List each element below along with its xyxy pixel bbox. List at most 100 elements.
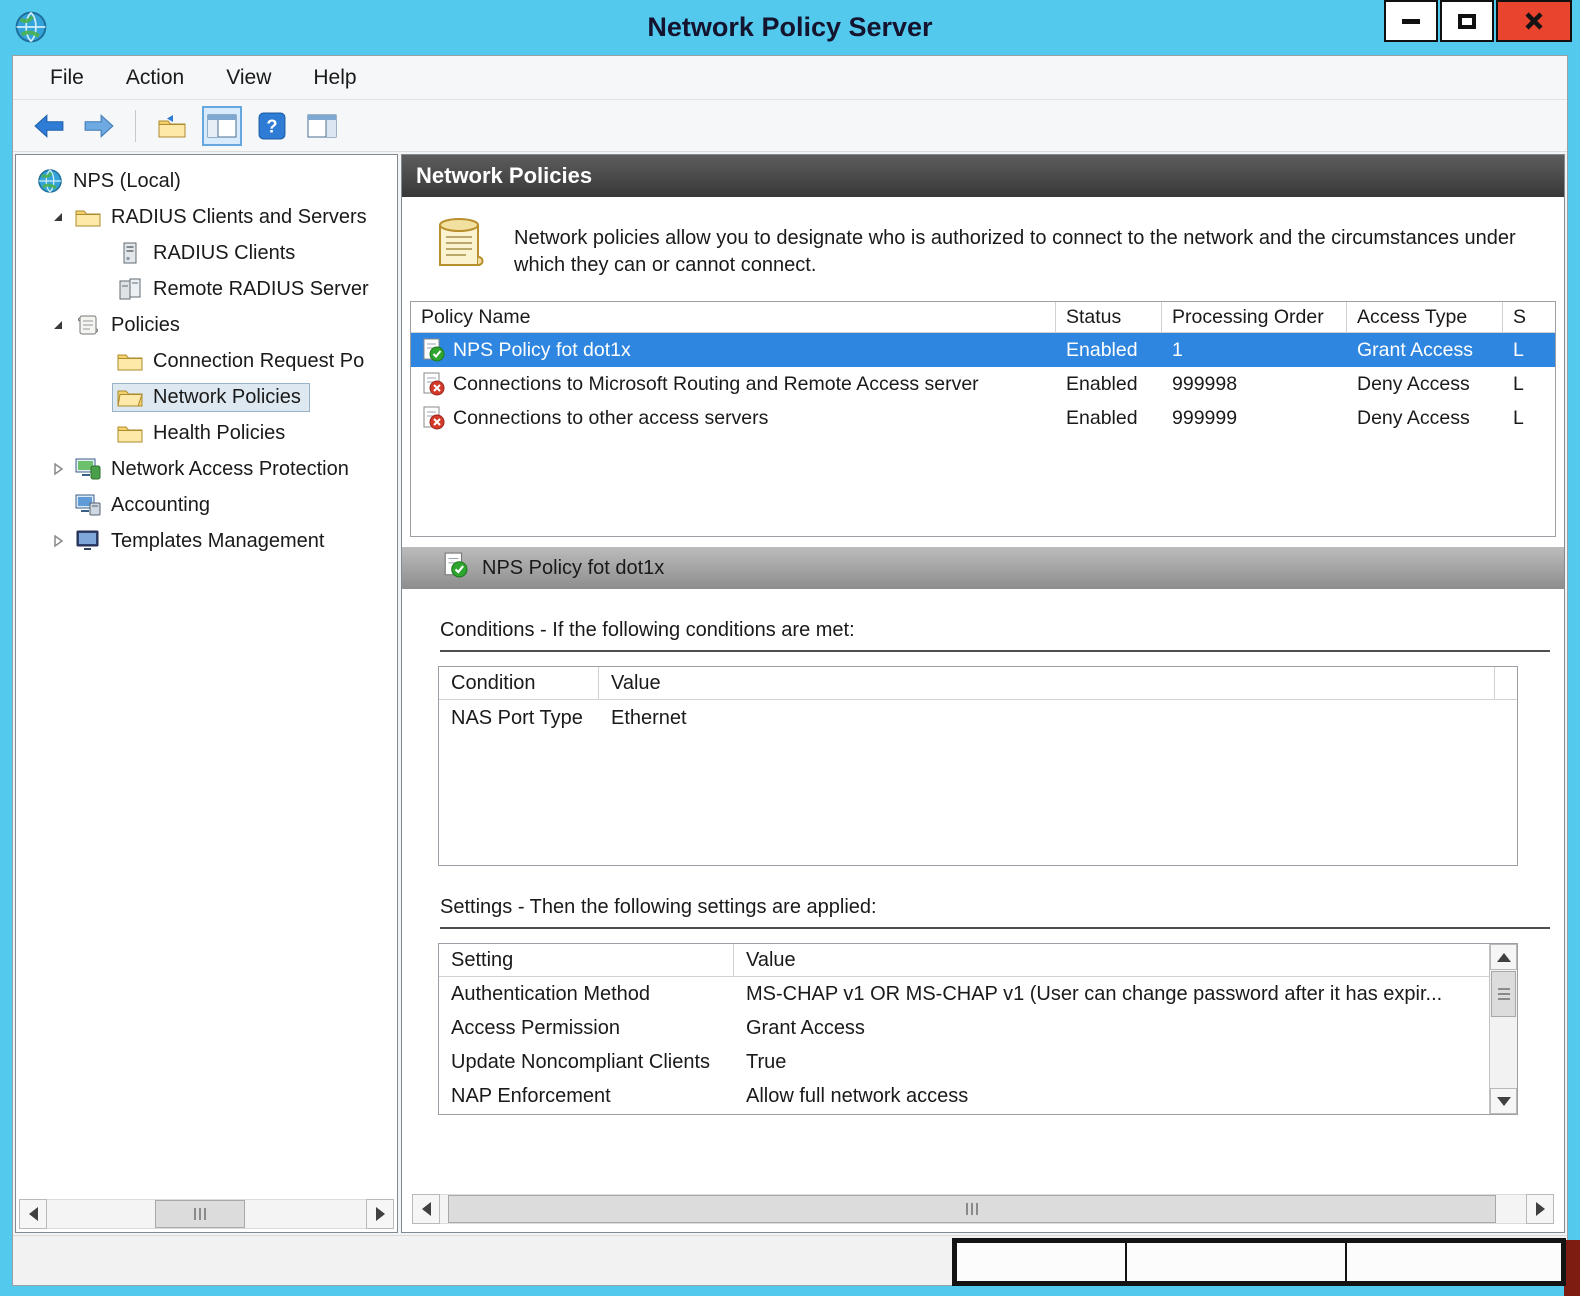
back-button[interactable]	[29, 106, 69, 146]
minimize-button[interactable]	[1384, 0, 1438, 42]
show-action-pane-button[interactable]	[302, 106, 342, 146]
window-title: Network Policy Server	[647, 12, 933, 42]
expand-collapse-icon[interactable]	[46, 463, 70, 475]
menu-file[interactable]: File	[29, 66, 105, 90]
sidebar-item-policies[interactable]: Policies	[16, 307, 397, 343]
condition-row[interactable]: NAS Port Type Ethernet	[439, 700, 1517, 736]
maximize-button[interactable]	[1440, 0, 1494, 42]
sidebar-item-network-access-protection[interactable]: Network Access Protection	[16, 451, 397, 487]
scroll-left-icon	[421, 1202, 431, 1216]
main-horizontal-scrollbar[interactable]	[412, 1194, 1554, 1224]
menu-view[interactable]: View	[205, 66, 292, 90]
forward-button[interactable]	[79, 106, 119, 146]
expand-collapse-icon[interactable]	[46, 319, 70, 331]
scrollbar-track[interactable]	[440, 1194, 1526, 1224]
svg-text:?: ?	[266, 115, 277, 136]
scroll-left-button[interactable]	[412, 1194, 440, 1224]
close-button[interactable]	[1496, 0, 1572, 42]
menu-help[interactable]: Help	[292, 66, 377, 90]
settings-vertical-scrollbar[interactable]	[1489, 944, 1517, 1114]
policy-order: 1	[1172, 338, 1183, 361]
setting-name: Access Permission	[451, 1016, 620, 1039]
scroll-right-icon	[375, 1207, 385, 1221]
sidebar-item-network-policies[interactable]: Network Policies	[16, 379, 397, 415]
setting-row[interactable]: Update Noncompliant Clients True	[439, 1045, 1489, 1079]
policy-status: Enabled	[1066, 338, 1138, 361]
scroll-down-button[interactable]	[1490, 1088, 1517, 1114]
setting-row[interactable]: NAP Enforcement Allow full network acces…	[439, 1079, 1489, 1113]
results-panel: Network Policies Network policies allow …	[401, 154, 1565, 1233]
condition-value: Ethernet	[611, 706, 687, 729]
column-header-condition[interactable]: Condition	[439, 667, 599, 699]
column-header-value[interactable]: Value	[599, 667, 1495, 699]
column-header-policy-name[interactable]: Policy Name	[411, 302, 1056, 332]
description-text: Network policies allow you to designate …	[514, 227, 1516, 276]
folder-open-icon	[115, 387, 145, 407]
policy-row[interactable]: Connections to other access servers Enab…	[411, 401, 1555, 435]
sidebar-item-accounting[interactable]: Accounting	[16, 487, 397, 523]
sidebar-item-nps-local[interactable]: NPS (Local)	[16, 163, 397, 199]
scrollbar-thumb[interactable]	[448, 1195, 1496, 1223]
policy-name: Connections to other access servers	[453, 406, 769, 429]
console-tree-panel: NPS (Local) RADIUS Clients and Servers R…	[15, 154, 398, 1233]
sidebar-item-connection-request-policies[interactable]: Connection Request Po	[16, 343, 397, 379]
column-header-value[interactable]: Value	[734, 944, 1489, 976]
setting-row[interactable]: Access Permission Grant Access	[439, 1011, 1489, 1045]
setting-name: Authentication Method	[451, 982, 651, 1005]
folder-arrow-icon	[158, 114, 186, 137]
export-list-button[interactable]	[152, 106, 192, 146]
column-header-processing-order[interactable]: Processing Order	[1162, 302, 1347, 332]
sidebar-item-health-policies[interactable]: Health Policies	[16, 415, 397, 451]
setting-row[interactable]: Authentication Method MS-CHAP v1 OR MS-C…	[439, 977, 1489, 1011]
policy-status: Enabled	[1066, 372, 1138, 395]
policy-source: L	[1513, 406, 1524, 429]
console-tree-icon	[207, 114, 237, 137]
expand-collapse-icon[interactable]	[46, 535, 70, 547]
content-area: NPS (Local) RADIUS Clients and Servers R…	[13, 152, 1567, 1235]
conditions-table-header: Condition Value	[439, 667, 1517, 700]
scrollbar-thumb[interactable]	[155, 1200, 245, 1228]
scroll-document-icon	[432, 215, 488, 278]
help-button[interactable]: ?	[252, 106, 292, 146]
expand-collapse-icon[interactable]	[46, 211, 70, 223]
sidebar-item-label: Health Policies	[153, 421, 286, 444]
policy-row[interactable]: Connections to Microsoft Routing and Rem…	[411, 367, 1555, 401]
sidebar-item-label: Network Access Protection	[111, 457, 349, 480]
artifact-divider	[1125, 1243, 1127, 1281]
sidebar-item-templates-management[interactable]: Templates Management	[16, 523, 397, 559]
column-header-source[interactable]: S	[1503, 302, 1555, 332]
column-header-setting[interactable]: Setting	[439, 944, 734, 976]
setting-name: NAP Enforcement	[451, 1084, 611, 1107]
policy-order: 999999	[1172, 406, 1238, 429]
sidebar-item-radius-clients[interactable]: RADIUS Clients	[16, 235, 397, 271]
help-icon: ?	[258, 112, 286, 139]
sidebar-item-label: Policies	[111, 313, 180, 336]
scrollbar-track[interactable]	[1490, 1018, 1517, 1088]
show-console-tree-button[interactable]	[202, 105, 242, 146]
templates-icon	[73, 530, 103, 552]
scroll-right-button[interactable]	[1526, 1194, 1554, 1224]
policy-granted-icon	[442, 552, 468, 584]
sidebar-item-label: Connection Request Po	[153, 349, 365, 372]
nap-icon	[73, 458, 103, 480]
sidebar-item-remote-radius-server[interactable]: Remote RADIUS Server	[16, 271, 397, 307]
scrollbar-track[interactable]	[47, 1199, 366, 1229]
scroll-left-button[interactable]	[19, 1199, 47, 1229]
settings-table-header: Setting Value	[439, 944, 1489, 977]
scroll-icon	[73, 314, 103, 336]
scroll-up-button[interactable]	[1490, 944, 1517, 970]
scrollbar-thumb[interactable]	[1491, 971, 1516, 1017]
section-divider	[440, 650, 1550, 652]
policy-name: NPS Policy fot dot1x	[453, 338, 631, 361]
scroll-right-icon	[1535, 1202, 1545, 1216]
menu-action[interactable]: Action	[105, 66, 205, 90]
sidebar-item-radius-clients-and-servers[interactable]: RADIUS Clients and Servers	[16, 199, 397, 235]
scroll-right-button[interactable]	[366, 1199, 394, 1229]
column-header-status[interactable]: Status	[1056, 302, 1162, 332]
tree-horizontal-scrollbar[interactable]	[19, 1199, 394, 1229]
folder-icon	[73, 207, 103, 227]
column-header-access-type[interactable]: Access Type	[1347, 302, 1503, 332]
policy-row[interactable]: NPS Policy fot dot1x Enabled 1 Grant Acc…	[411, 333, 1555, 367]
policy-granted-icon	[421, 338, 445, 362]
policy-denied-icon	[421, 372, 445, 396]
